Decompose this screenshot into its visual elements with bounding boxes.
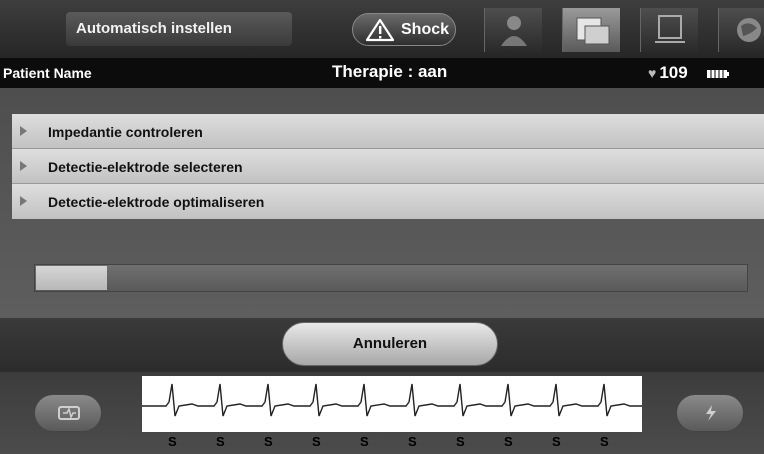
step-list: Impedantie controleren Detectie-elektrod… bbox=[12, 114, 764, 219]
progress-bar bbox=[34, 264, 748, 292]
therapy-status: Therapie : aan bbox=[332, 62, 448, 81]
globe-icon bbox=[737, 18, 761, 42]
heart-rate-value: 109 bbox=[659, 63, 688, 82]
beat-label: S bbox=[216, 434, 225, 449]
ecg-area: SSSSSSSSSS bbox=[0, 372, 764, 454]
shock-delivery-button[interactable] bbox=[676, 394, 744, 432]
action-bar: Annuleren bbox=[0, 318, 764, 372]
patient-name: Patient Name bbox=[3, 65, 92, 81]
beat-label: S bbox=[360, 434, 369, 449]
laptop-icon bbox=[655, 15, 685, 43]
shock-label: Shock bbox=[401, 21, 450, 38]
beat-label: S bbox=[264, 434, 273, 449]
screen-title: Automatisch instellen bbox=[66, 12, 292, 46]
heart-icon: ♥ bbox=[648, 65, 657, 81]
cancel-button[interactable]: Annuleren bbox=[282, 322, 498, 366]
beat-label: S bbox=[552, 434, 561, 449]
step-impedance[interactable]: Impedantie controleren bbox=[12, 114, 764, 149]
record-button[interactable] bbox=[34, 394, 102, 432]
device-stack-icon bbox=[576, 17, 610, 45]
play-arrow-icon bbox=[20, 126, 27, 136]
step-optimize-electrode[interactable]: Detectie-elektrode optimaliseren bbox=[12, 184, 764, 219]
top-toolbar: Automatisch instellen Shock bbox=[0, 0, 764, 58]
battery-icon bbox=[707, 70, 729, 78]
progress-fill bbox=[36, 266, 107, 290]
record-icon bbox=[58, 406, 80, 420]
main-panel: Impedantie controleren Detectie-elektrod… bbox=[0, 88, 764, 318]
beat-label: S bbox=[408, 434, 417, 449]
ecg-waveform bbox=[142, 383, 642, 417]
tab-network[interactable] bbox=[718, 8, 764, 52]
beat-label: S bbox=[312, 434, 321, 449]
patient-bar: Patient Name Therapie : aan ♥ 109 bbox=[0, 58, 764, 97]
beat-label: S bbox=[168, 434, 177, 449]
tab-programmer[interactable] bbox=[640, 8, 698, 52]
ecg-trace bbox=[142, 383, 642, 417]
beat-label: S bbox=[504, 434, 513, 449]
tab-device[interactable] bbox=[562, 8, 620, 52]
play-arrow-icon bbox=[20, 161, 27, 171]
ecg-strip bbox=[142, 376, 642, 432]
patient-portrait-icon bbox=[501, 16, 527, 46]
shock-button[interactable]: Shock bbox=[352, 13, 456, 46]
step-label: Impedantie controleren bbox=[48, 124, 203, 140]
step-label: Detectie-elektrode selecteren bbox=[48, 159, 243, 175]
beat-label: S bbox=[456, 434, 465, 449]
warning-icon bbox=[365, 18, 395, 42]
step-select-electrode[interactable]: Detectie-elektrode selecteren bbox=[12, 149, 764, 184]
step-label: Detectie-elektrode optimaliseren bbox=[48, 194, 265, 210]
heart-rate-readout: ♥ 109 bbox=[648, 63, 688, 83]
shock-bolt-icon bbox=[706, 405, 716, 421]
tab-patient[interactable] bbox=[484, 8, 542, 52]
beat-label: S bbox=[600, 434, 609, 449]
play-arrow-icon bbox=[20, 196, 27, 206]
